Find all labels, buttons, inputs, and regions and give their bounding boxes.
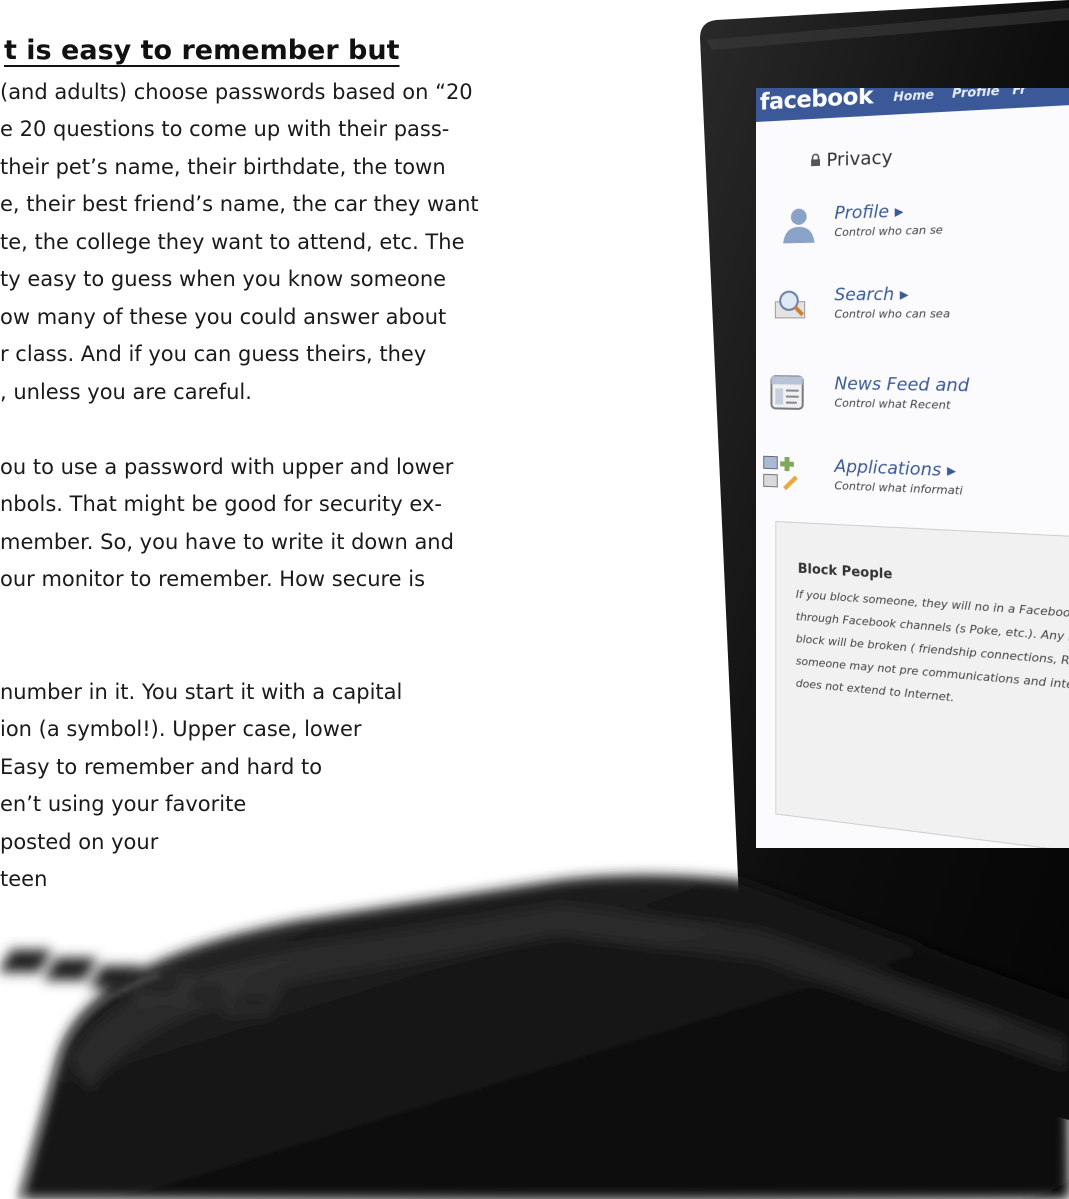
facebook-top-bar: facebook Home Profile Fr [756,88,1069,122]
block-people-title: Block People [797,561,893,583]
article-line: e 20 questions to come up with their pas… [0,117,450,141]
article-line: ion (a symbol!). Upper case, lower [0,717,362,741]
setting-profile-desc: Control who can se [834,223,943,240]
news-feed-icon [770,374,805,411]
setting-profile[interactable]: Profile ▸ Control who can se [834,200,942,239]
setting-search-title[interactable]: Search ▸ [834,284,950,305]
article-line: te, the college they want to attend, etc… [0,230,465,254]
applications-icon [762,454,801,491]
article-line: teen [0,867,48,891]
article-line: ou to use a password with upper and lowe… [0,455,454,479]
setting-applications[interactable]: Applications ▸ Control what informati [834,457,962,498]
article-line: en’t using your favorite [0,792,247,816]
setting-news-feed[interactable]: News Feed and Control what Recent [834,374,969,413]
profile-person-icon [783,208,815,244]
laptop-screen: facebook Home Profile Fr Privacy Profile… [756,88,1069,848]
setting-news-feed-desc: Control what Recent [834,396,951,413]
block-people-text: If you block someone, they will no in a … [795,587,1069,709]
article-line: number in it. You start it with a capita… [0,680,403,704]
article-line: posted on your [0,830,159,854]
facebook-privacy-page: facebook Home Profile Fr Privacy Profile… [756,88,1069,848]
setting-profile-title[interactable]: Profile ▸ [834,200,942,224]
nav-home-link[interactable]: Home [893,88,934,104]
setting-search[interactable]: Search ▸ Control who can sea [834,284,950,321]
article-line: our monitor to remember. How secure is [0,567,426,591]
setting-search-desc: Control who can sea [834,306,951,321]
article-line: ow many of these you could answer about [0,305,447,329]
nav-profile-link[interactable]: Profile [952,88,1000,101]
article-line: Easy to remember and hard to [0,755,323,779]
article-line: e, their best friend’s name, the car the… [0,192,479,216]
article-line: ty easy to guess when you know someone [0,267,447,291]
privacy-title: Privacy [826,146,893,172]
lock-icon [811,153,821,167]
setting-applications-title[interactable]: Applications ▸ [834,457,962,482]
article-line: (and adults) choose passwords based on “… [0,80,473,104]
search-magnifier-icon [773,287,812,322]
article-line: , unless you are careful. [0,380,252,404]
nav-friends-link[interactable]: Fr [1012,88,1026,98]
article-line: nbols. That might be good for security e… [0,492,442,516]
block-people-panel: Block People If you block someone, they … [775,520,1069,848]
facebook-logo[interactable]: facebook [760,88,873,116]
article-line: r class. And if you can guess theirs, th… [0,342,427,366]
setting-news-feed-title[interactable]: News Feed and [834,374,969,397]
article: t is easy to remember but (and adults) c… [0,0,640,1199]
setting-applications-desc: Control what informati [834,479,963,498]
article-line: their pet’s name, their birthdate, the t… [0,155,446,179]
article-heading: t is easy to remember but [4,35,400,66]
article-line: member. So, you have to write it down an… [0,530,454,554]
